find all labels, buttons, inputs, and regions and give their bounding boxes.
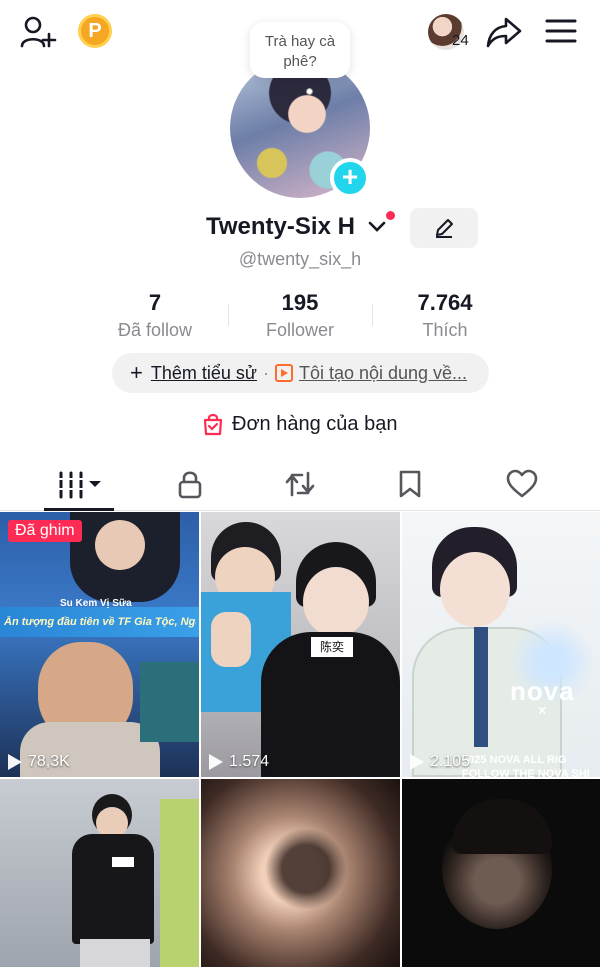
orders-label: Đơn hàng của bạn (232, 412, 398, 435)
video-views: 1.574 (209, 753, 269, 771)
heart-icon (506, 469, 538, 498)
name-tag: 陈奕 (311, 637, 353, 657)
video-thumbnail[interactable]: Su Kem Vị Sữa Ấn tượng đầu tiên về TF Gi… (0, 512, 199, 777)
plus-icon: + (130, 360, 143, 385)
video-caption-top: Su Kem Vị Sữa (60, 598, 132, 609)
bubble-dot (306, 88, 313, 95)
pencil-icon (436, 219, 453, 238)
note-text: Trà hay cà phê? (264, 33, 336, 70)
brand-x: × (538, 702, 547, 718)
repost-icon (285, 471, 315, 497)
video-views: 78,3K (8, 753, 70, 771)
stat-followers-label: Follower (265, 320, 335, 340)
play-icon (209, 754, 223, 770)
video-thumbnail[interactable] (402, 779, 600, 967)
share-icon[interactable] (486, 14, 522, 50)
shopping-bag-icon (203, 413, 223, 436)
profile-name: Twenty-Six H (206, 213, 355, 240)
stat-likes[interactable]: 7.764 Thích (370, 290, 520, 341)
lock-icon (178, 471, 202, 499)
video-thumbnail[interactable] (0, 779, 199, 967)
tab-favorites[interactable] (390, 466, 430, 502)
creator-link[interactable]: Tôi tạo nội dung về... (299, 363, 467, 384)
stat-following[interactable]: 7 Đã follow (80, 290, 230, 341)
stat-following-label: Đã follow (117, 320, 193, 340)
tab-videos[interactable] (44, 464, 114, 504)
tab-liked[interactable] (500, 466, 544, 502)
tab-reposts[interactable] (280, 466, 320, 502)
play-icon (410, 754, 424, 770)
separator: · (262, 362, 269, 383)
stat-likes-label: Thích (422, 320, 468, 340)
play-icon (8, 754, 22, 770)
add-bio-link[interactable]: Thêm tiểu sử (151, 363, 257, 384)
account-switch-chevron-icon[interactable] (368, 220, 386, 239)
video-thumbnail[interactable]: 陈奕 1.574 (201, 512, 400, 777)
notification-dot (386, 211, 395, 220)
tab-private[interactable] (170, 466, 210, 502)
video-footer-text-2: FOLLOW THE NOVA SHI (462, 768, 590, 777)
video-thumbnail[interactable]: nova × 2025 NOVA ALL RIG FOLLOW THE NOVA… (402, 512, 600, 777)
stat-following-value: 7 (148, 290, 162, 315)
coin-icon[interactable]: P (78, 14, 112, 48)
videos-grid-icon (57, 471, 101, 499)
video-footer-text: 2025 NOVA ALL RIG (462, 754, 567, 766)
creator-play-icon (274, 364, 293, 382)
orders-link[interactable]: Đơn hàng của bạn (202, 412, 397, 436)
video-views: 2.105 (410, 753, 470, 771)
add-friend-icon[interactable] (18, 14, 58, 50)
edit-profile-button[interactable] (410, 208, 478, 248)
video-thumbnail[interactable] (201, 779, 400, 967)
video-caption: Ấn tượng đầu tiên về TF Gia Tộc, Ngũ Đại (4, 616, 196, 628)
stat-likes-value: 7.764 (417, 290, 473, 315)
friend-count: 24 (452, 32, 469, 49)
tab-active-indicator (44, 508, 114, 511)
bio-row[interactable]: + Thêm tiểu sử · Tôi tạo nội dung về... (112, 353, 489, 393)
add-avatar-icon[interactable]: + (330, 158, 370, 198)
profile-handle: @twenty_six_h (238, 249, 362, 269)
bookmark-icon (399, 470, 421, 498)
pinned-badge: Đã ghim (8, 520, 82, 542)
menu-icon[interactable] (544, 16, 578, 46)
stat-followers[interactable]: 195 Follower (225, 290, 375, 341)
note-bubble[interactable]: Trà hay cà phê? (250, 22, 350, 78)
stat-followers-value: 195 (281, 290, 319, 315)
